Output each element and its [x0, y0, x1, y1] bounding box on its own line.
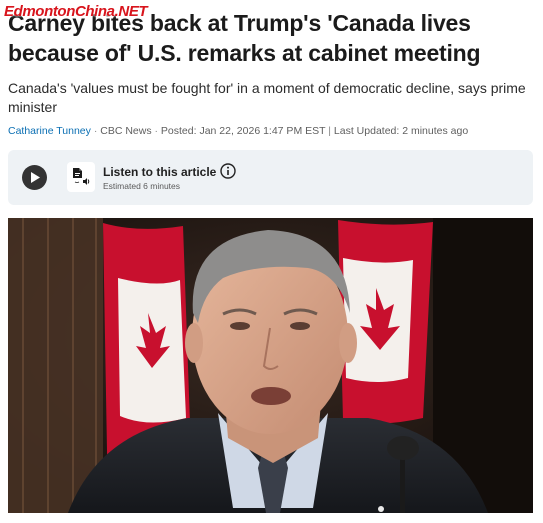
audio-player: Listen to this article Estimated 6 minut…	[8, 150, 533, 205]
play-button[interactable]	[22, 165, 47, 190]
photo-illustration	[8, 218, 533, 513]
byline-source: CBC News	[100, 125, 152, 137]
author-link[interactable]: Catharine Tunney	[8, 125, 91, 137]
byline: Catharine Tunney · CBC News · Posted: Ja…	[8, 125, 468, 137]
info-icon[interactable]	[220, 163, 236, 179]
listen-estimate: Estimated 6 minutes	[103, 181, 181, 191]
audio-document-icon	[67, 162, 95, 192]
byline-updated: Last Updated: 2 minutes ago	[333, 125, 469, 137]
byline-posted: Posted: Jan 22, 2026 1:47 PM EST	[160, 125, 326, 137]
listen-title: Listen to this article	[103, 165, 217, 179]
article-deck: Canada's 'values must be fought for' in …	[8, 80, 526, 115]
play-icon	[31, 172, 40, 183]
article-photo[interactable]	[8, 218, 533, 513]
watermark-logo: EdmontonChina.NET	[4, 3, 148, 20]
